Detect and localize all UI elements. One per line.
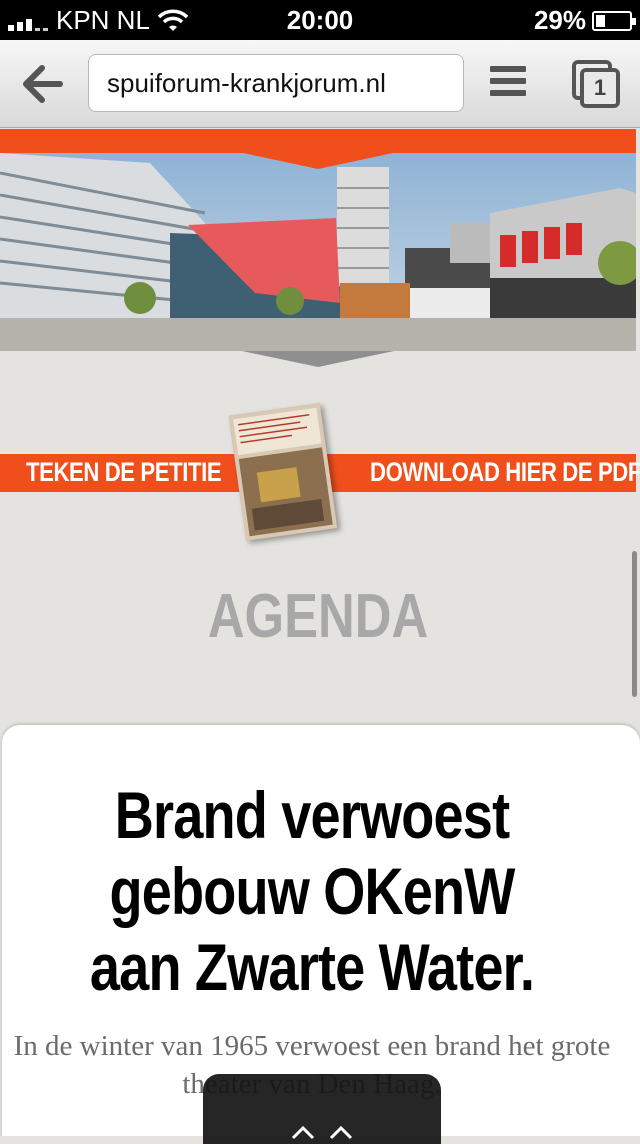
tabs-button[interactable]: 1 xyxy=(572,60,620,108)
pdf-cover-image xyxy=(228,403,338,541)
sign-petition-link[interactable]: TEKEN DE PETITIE xyxy=(26,457,222,488)
web-page[interactable]: TEKEN DE PETITIE DOWNLOAD HIER DE PDF AG… xyxy=(0,129,640,1136)
hero-notch xyxy=(242,351,394,367)
browser-toolbar: spuiforum-krankjorum.nl 1 xyxy=(0,40,640,128)
hero-photo xyxy=(0,153,636,351)
tab-count: 1 xyxy=(580,68,620,108)
agenda-heading: AGENDA xyxy=(207,582,429,651)
back-arrow-icon[interactable] xyxy=(20,62,66,106)
battery-status: 29% xyxy=(533,5,636,36)
menu-icon[interactable] xyxy=(490,66,526,102)
article-title[interactable]: Brand verwoest gebouw OKenW aan Zwarte W… xyxy=(66,777,558,1005)
battery-percentage: 29% xyxy=(533,5,586,35)
expand-arrows-icon[interactable] xyxy=(289,1126,355,1140)
address-bar[interactable]: spuiforum-krankjorum.nl xyxy=(88,54,464,112)
floating-toolbar[interactable] xyxy=(203,1074,441,1144)
square-photo-illustration xyxy=(0,153,636,351)
pdf-thumbnail[interactable] xyxy=(228,403,338,541)
header-notch xyxy=(243,153,393,169)
header-band xyxy=(0,129,636,155)
status-bar: KPN NL 20:00 29% xyxy=(0,0,640,40)
battery-icon xyxy=(592,10,636,31)
scrollbar[interactable] xyxy=(632,551,637,697)
download-pdf-link[interactable]: DOWNLOAD HIER DE PDF xyxy=(370,457,640,488)
